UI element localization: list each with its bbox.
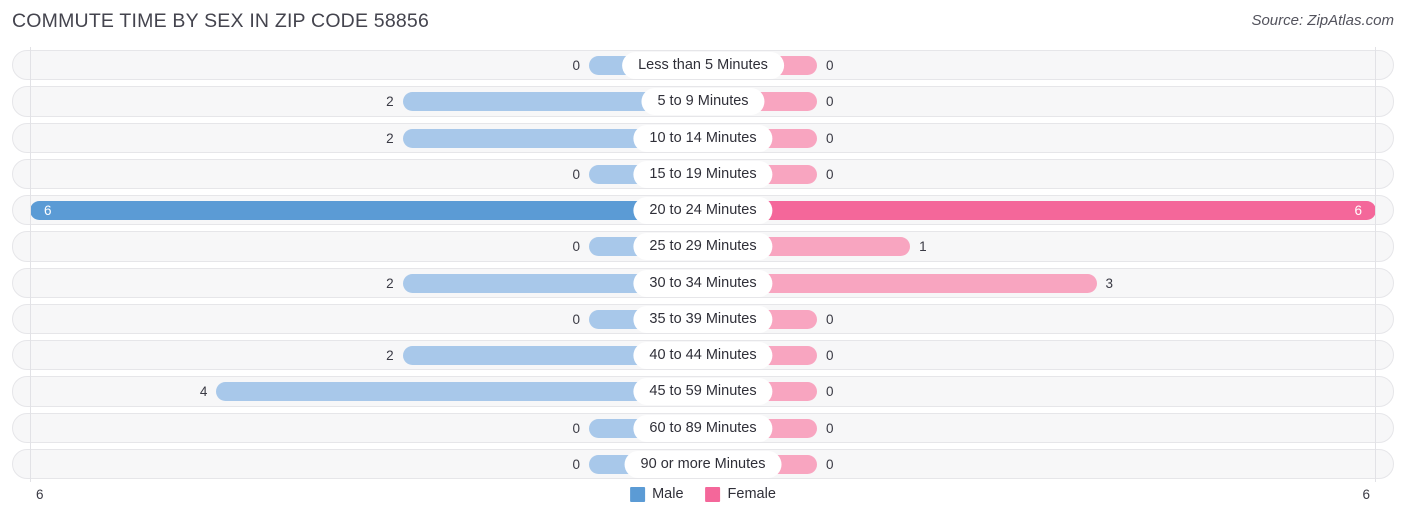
chart-row: 2 0 10 to 14 Minutes [0, 120, 1406, 156]
female-value-label: 0 [826, 58, 834, 73]
category-label: 25 to 29 Minutes [633, 233, 773, 261]
chart-row: 0 0 15 to 19 Minutes [0, 156, 1406, 192]
chart-footer: 6 Male Female 6 [0, 483, 1406, 513]
male-value-label: 0 [572, 58, 580, 73]
male-value-label: 4 [199, 384, 208, 400]
chart-row: 0 1 25 to 29 Minutes [0, 228, 1406, 264]
page-title: COMMUTE TIME BY SEX IN ZIP CODE 58856 [12, 10, 430, 32]
legend-label-male: Male [652, 486, 684, 502]
chart-header: COMMUTE TIME BY SEX IN ZIP CODE 58856 So… [0, 0, 1406, 44]
category-label: 15 to 19 Minutes [633, 160, 773, 188]
source-attribution: Source: ZipAtlas.com [1251, 12, 1394, 29]
category-label: 10 to 14 Minutes [633, 124, 773, 152]
category-label: 30 to 34 Minutes [633, 269, 773, 297]
female-value-label: 0 [826, 130, 834, 146]
chart-page: COMMUTE TIME BY SEX IN ZIP CODE 58856 So… [0, 0, 1406, 522]
category-label: 40 to 44 Minutes [633, 342, 773, 369]
chart-rows: 0 0 Less than 5 Minutes 2 0 5 to 9 Minutes 2 0 1… [0, 47, 1406, 482]
category-label: 60 to 89 Minutes [633, 414, 773, 442]
category-label: Less than 5 Minutes [622, 52, 784, 79]
legend-item-female: Female [705, 486, 776, 502]
female-value-label: 0 [826, 384, 834, 400]
male-value-label: 6 [44, 203, 52, 218]
female-value-label: 0 [826, 420, 834, 436]
female-value-label: 1 [919, 239, 927, 255]
male-value-label: 0 [572, 420, 580, 436]
category-label: 20 to 24 Minutes [633, 197, 773, 224]
chart-row: 0 0 60 to 89 Minutes [0, 410, 1406, 446]
chart-row: 0 0 Less than 5 Minutes [0, 47, 1406, 83]
female-value-label: 0 [826, 456, 834, 472]
male-value-label: 0 [572, 239, 580, 255]
female-value-label: 0 [826, 166, 834, 182]
female-color-swatch [705, 486, 721, 502]
chart-row: 2 3 30 to 34 Minutes [0, 265, 1406, 301]
axis-end-left: 6 [36, 487, 44, 502]
male-value-label: 2 [386, 348, 394, 363]
category-label: 5 to 9 Minutes [641, 88, 765, 116]
male-color-swatch [630, 486, 646, 502]
chart-row: 2 0 40 to 44 Minutes [0, 337, 1406, 373]
male-value-label: 2 [386, 275, 394, 291]
female-bar: 6 [703, 201, 1376, 220]
female-value-label: 0 [826, 94, 834, 110]
category-label: 45 to 59 Minutes [633, 378, 773, 406]
chart-row: 0 0 35 to 39 Minutes [0, 301, 1406, 337]
male-value-label: 2 [386, 94, 394, 110]
female-value-label: 6 [1354, 203, 1362, 218]
male-value-label: 0 [572, 166, 580, 182]
male-value-label: 2 [386, 130, 394, 146]
chart-row: 4 0 45 to 59 Minutes [0, 373, 1406, 409]
male-value-label: 0 [572, 311, 580, 327]
female-value-label: 0 [826, 311, 834, 327]
female-value-label: 3 [1105, 275, 1114, 291]
axis-end-right: 6 [1362, 487, 1370, 502]
legend-item-male: Male [630, 486, 684, 502]
category-label: 90 or more Minutes [624, 450, 782, 478]
male-value-label: 0 [572, 456, 580, 472]
female-value-label: 0 [826, 348, 834, 363]
male-bar [216, 382, 703, 402]
male-bar: 6 [30, 201, 703, 220]
category-label: 35 to 39 Minutes [633, 305, 773, 333]
chart-row: 0 0 90 or more Minutes [0, 446, 1406, 482]
chart-row: 6 6 20 to 24 Minutes [0, 192, 1406, 228]
chart-legend: Male Female [630, 486, 776, 502]
legend-label-female: Female [727, 486, 776, 502]
chart-row: 2 0 5 to 9 Minutes [0, 83, 1406, 119]
